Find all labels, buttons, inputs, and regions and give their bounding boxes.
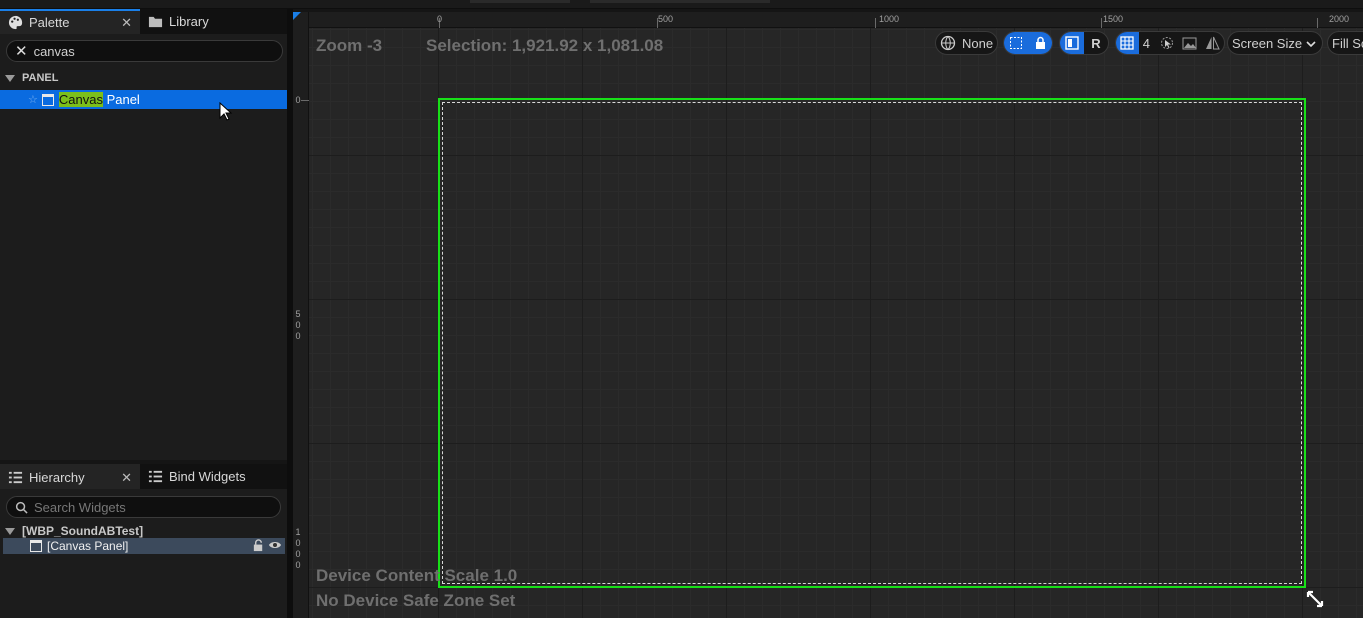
chevron-down-icon <box>1306 36 1316 51</box>
ruler-label: 5 0 0 <box>295 309 301 341</box>
tree-root-label: [WBP_SoundABTest] <box>22 524 144 538</box>
localization-preview-dropdown[interactable]: None <box>935 31 998 55</box>
palette-search-field[interactable]: ✕ <box>6 40 283 62</box>
tree-item-canvas-panel[interactable]: [Canvas Panel] <box>3 538 285 554</box>
collapse-arrow-icon[interactable] <box>5 74 15 82</box>
resize-handle-icon[interactable] <box>1305 589 1325 609</box>
window-top-strip <box>0 0 1363 9</box>
tab-palette-label: Palette <box>29 15 70 30</box>
ruler-tick <box>875 18 876 28</box>
safe-zone-dashed-border <box>442 102 1302 584</box>
favorite-star-icon[interactable]: ☆ <box>28 93 38 106</box>
top-tab-fragment <box>590 0 770 3</box>
search-match-highlight: Canvas <box>58 92 103 107</box>
screen-size-label: Screen Size <box>1232 35 1303 51</box>
globe-icon <box>940 35 956 51</box>
ruler-label: 500 <box>658 14 674 24</box>
ruler-label: 0 <box>295 95 301 105</box>
device-content-scale: Device Content Scale 1.0 <box>316 566 518 585</box>
palette-item-canvas-panel[interactable]: ☆ Canvas Panel <box>0 90 287 109</box>
hierarchy-tabbar: Hierarchy ✕ Bind Widgets <box>0 464 287 489</box>
tree-item-label: [Canvas Panel] <box>47 539 129 553</box>
localization-label: None <box>962 35 994 51</box>
palette-search-input[interactable] <box>33 43 254 59</box>
lock-icon[interactable] <box>252 539 265 555</box>
ruler-tick <box>301 100 309 101</box>
canvas-panel-icon <box>30 540 42 552</box>
category-panel[interactable]: PANEL <box>0 68 287 88</box>
search-icon <box>15 501 28 514</box>
eye-icon[interactable] <box>268 539 282 554</box>
ruler-label: 1 0 0 0 <box>295 527 301 570</box>
dotted-box-icon <box>1010 37 1022 49</box>
grid-size-value[interactable]: 4 <box>1143 36 1150 51</box>
grid-icon <box>1120 36 1134 50</box>
cursor-select-icon <box>1161 37 1174 49</box>
ruler-tick <box>1317 18 1318 28</box>
ruler-label: 1000 <box>879 14 900 24</box>
tab-bind-widgets-label: Bind Widgets <box>169 469 246 484</box>
mirror-icon <box>1206 36 1220 50</box>
top-tab-fragment <box>470 0 570 3</box>
tab-hierarchy-label: Hierarchy <box>29 470 85 485</box>
ruler-label: 1500 <box>1103 14 1124 24</box>
layout-icon <box>1065 36 1079 50</box>
palette-panel: Palette ✕ Library ✕ PANEL ☆ Canvas Panel <box>0 9 287 460</box>
close-icon[interactable]: ✕ <box>121 15 132 31</box>
snapping-toggle-group <box>1003 31 1053 55</box>
clear-search-icon[interactable]: ✕ <box>15 44 28 59</box>
ruler-label: 2000 <box>1329 14 1350 24</box>
grid-snap-button[interactable] <box>1116 32 1139 54</box>
palette-icon <box>8 15 23 30</box>
background-image-button[interactable] <box>1179 32 1202 54</box>
folder-icon <box>148 16 163 28</box>
canvas-panel-selection[interactable] <box>438 98 1306 588</box>
hierarchy-search-input[interactable] <box>34 499 254 515</box>
tab-library-label: Library <box>169 14 209 29</box>
lock-icon <box>1035 36 1045 49</box>
zoom-level: Zoom -3 <box>316 36 383 55</box>
palette-item-label: Panel <box>102 92 140 107</box>
canvas-panel-icon <box>41 93 54 106</box>
screen-size-dropdown[interactable]: Screen Size <box>1227 31 1323 55</box>
fill-mode-label: Fill Sc <box>1332 35 1363 51</box>
image-icon <box>1182 37 1197 49</box>
close-icon[interactable]: ✕ <box>121 470 132 486</box>
tab-palette[interactable]: Palette ✕ <box>0 9 140 34</box>
lock-toggle-button[interactable] <box>1028 32 1052 54</box>
ruler-tick <box>1101 18 1102 28</box>
ruler-horizontal: 0 500 1000 1500 2000 <box>293 12 1363 28</box>
ruler-label: 0 <box>437 14 443 24</box>
layout-toggle-button[interactable] <box>1060 32 1084 54</box>
respect-locks-button[interactable]: R <box>1084 32 1108 54</box>
tab-hierarchy[interactable]: Hierarchy ✕ <box>0 464 140 489</box>
hierarchy-panel: Hierarchy ✕ Bind Widgets [WBP_SoundABTes… <box>0 464 287 618</box>
respect-locks-group: R <box>1059 31 1109 55</box>
tab-library[interactable]: Library <box>140 9 287 34</box>
hierarchy-icon <box>8 471 23 484</box>
safe-zone-status: No Device Safe Zone Set <box>316 591 516 610</box>
fill-screen-dropdown[interactable]: Fill Sc <box>1327 31 1363 55</box>
collapse-arrow-icon[interactable] <box>5 527 15 535</box>
category-label: PANEL <box>22 72 59 84</box>
selection-size: Selection: 1,921.92 x 1,081.08 <box>426 36 664 55</box>
grid-snap-group: 4 <box>1115 31 1225 55</box>
hierarchy-search-field[interactable] <box>6 496 281 518</box>
list-icon <box>148 470 163 483</box>
select-pointer-button[interactable] <box>1156 32 1179 54</box>
transform-snap-button[interactable] <box>1004 32 1028 54</box>
mouse-cursor-icon <box>219 102 233 121</box>
tab-bind-widgets[interactable]: Bind Widgets <box>140 464 287 489</box>
flip-button[interactable] <box>1201 32 1224 54</box>
palette-tabbar: Palette ✕ Library <box>0 9 287 34</box>
ruler-vertical: 0 5 0 0 1 0 0 0 <box>293 12 309 618</box>
